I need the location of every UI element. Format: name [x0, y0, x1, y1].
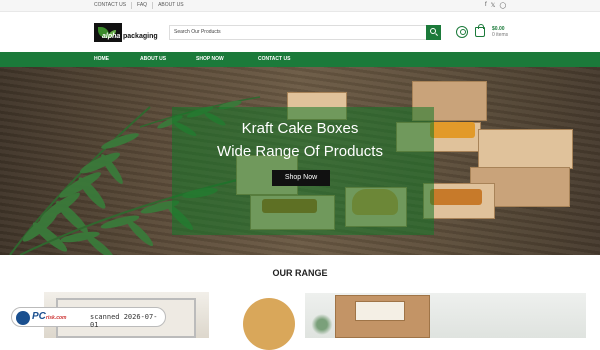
scan-date: scanned 2026-07-01 — [90, 313, 158, 329]
cart-items: 0 items — [492, 32, 509, 38]
cart-summary[interactable]: $0.00 0 items — [492, 26, 508, 38]
pcrisk-logo-icon — [16, 311, 30, 325]
logo-word-packaging: packaging — [123, 33, 158, 40]
top-bar: CONTACT US FAQ ABOUT US f 𝕏 ◯ — [0, 0, 600, 12]
site-header: alpha packaging Search Our Products $0.0… — [0, 12, 600, 52]
search-input[interactable]: Search Our Products — [169, 25, 441, 40]
main-nav: HOME ABOUT US SHOP NOW CONTACT US — [0, 52, 600, 67]
search-placeholder: Search Our Products — [174, 29, 221, 35]
food-image — [430, 189, 482, 205]
account-icon[interactable] — [456, 26, 468, 38]
nav-item-contact[interactable]: CONTACT US — [258, 56, 290, 62]
logo-mark: alpha — [94, 23, 122, 42]
cart-icon[interactable] — [475, 24, 485, 37]
search-button[interactable] — [426, 25, 441, 40]
watermark-brand: PCrisk.com — [32, 311, 67, 322]
shop-now-button[interactable]: Shop Now — [272, 170, 330, 186]
site-logo[interactable]: alpha packaging — [94, 23, 160, 42]
category-circle[interactable] — [243, 298, 295, 350]
top-links: CONTACT US FAQ ABOUT US — [94, 2, 189, 9]
nav-item-home[interactable]: HOME — [94, 56, 109, 62]
scan-watermark: PCrisk.com scanned 2026-07-01 — [11, 307, 166, 329]
plant-image — [311, 311, 333, 338]
logo-word-alpha: alpha — [102, 33, 121, 40]
top-link-faq[interactable]: FAQ — [132, 2, 154, 9]
top-link-contact[interactable]: CONTACT US — [94, 2, 133, 9]
product-image[interactable] — [305, 293, 586, 338]
hero-title: Kraft Cake Boxes — [241, 120, 359, 137]
top-link-about[interactable]: ABOUT US — [153, 2, 188, 9]
facebook-icon[interactable]: f — [485, 2, 487, 9]
hero-banner — [0, 67, 600, 255]
nav-item-shop[interactable]: SHOP NOW — [196, 56, 224, 62]
hero-subtitle: Wide Range Of Products — [217, 143, 383, 160]
section-title: OUR RANGE — [272, 268, 328, 278]
twitter-icon[interactable]: 𝕏 — [491, 2, 496, 9]
social-links: f 𝕏 ◯ — [485, 2, 506, 9]
nav-item-about[interactable]: ABOUT US — [140, 56, 166, 62]
instagram-icon[interactable]: ◯ — [500, 2, 507, 9]
